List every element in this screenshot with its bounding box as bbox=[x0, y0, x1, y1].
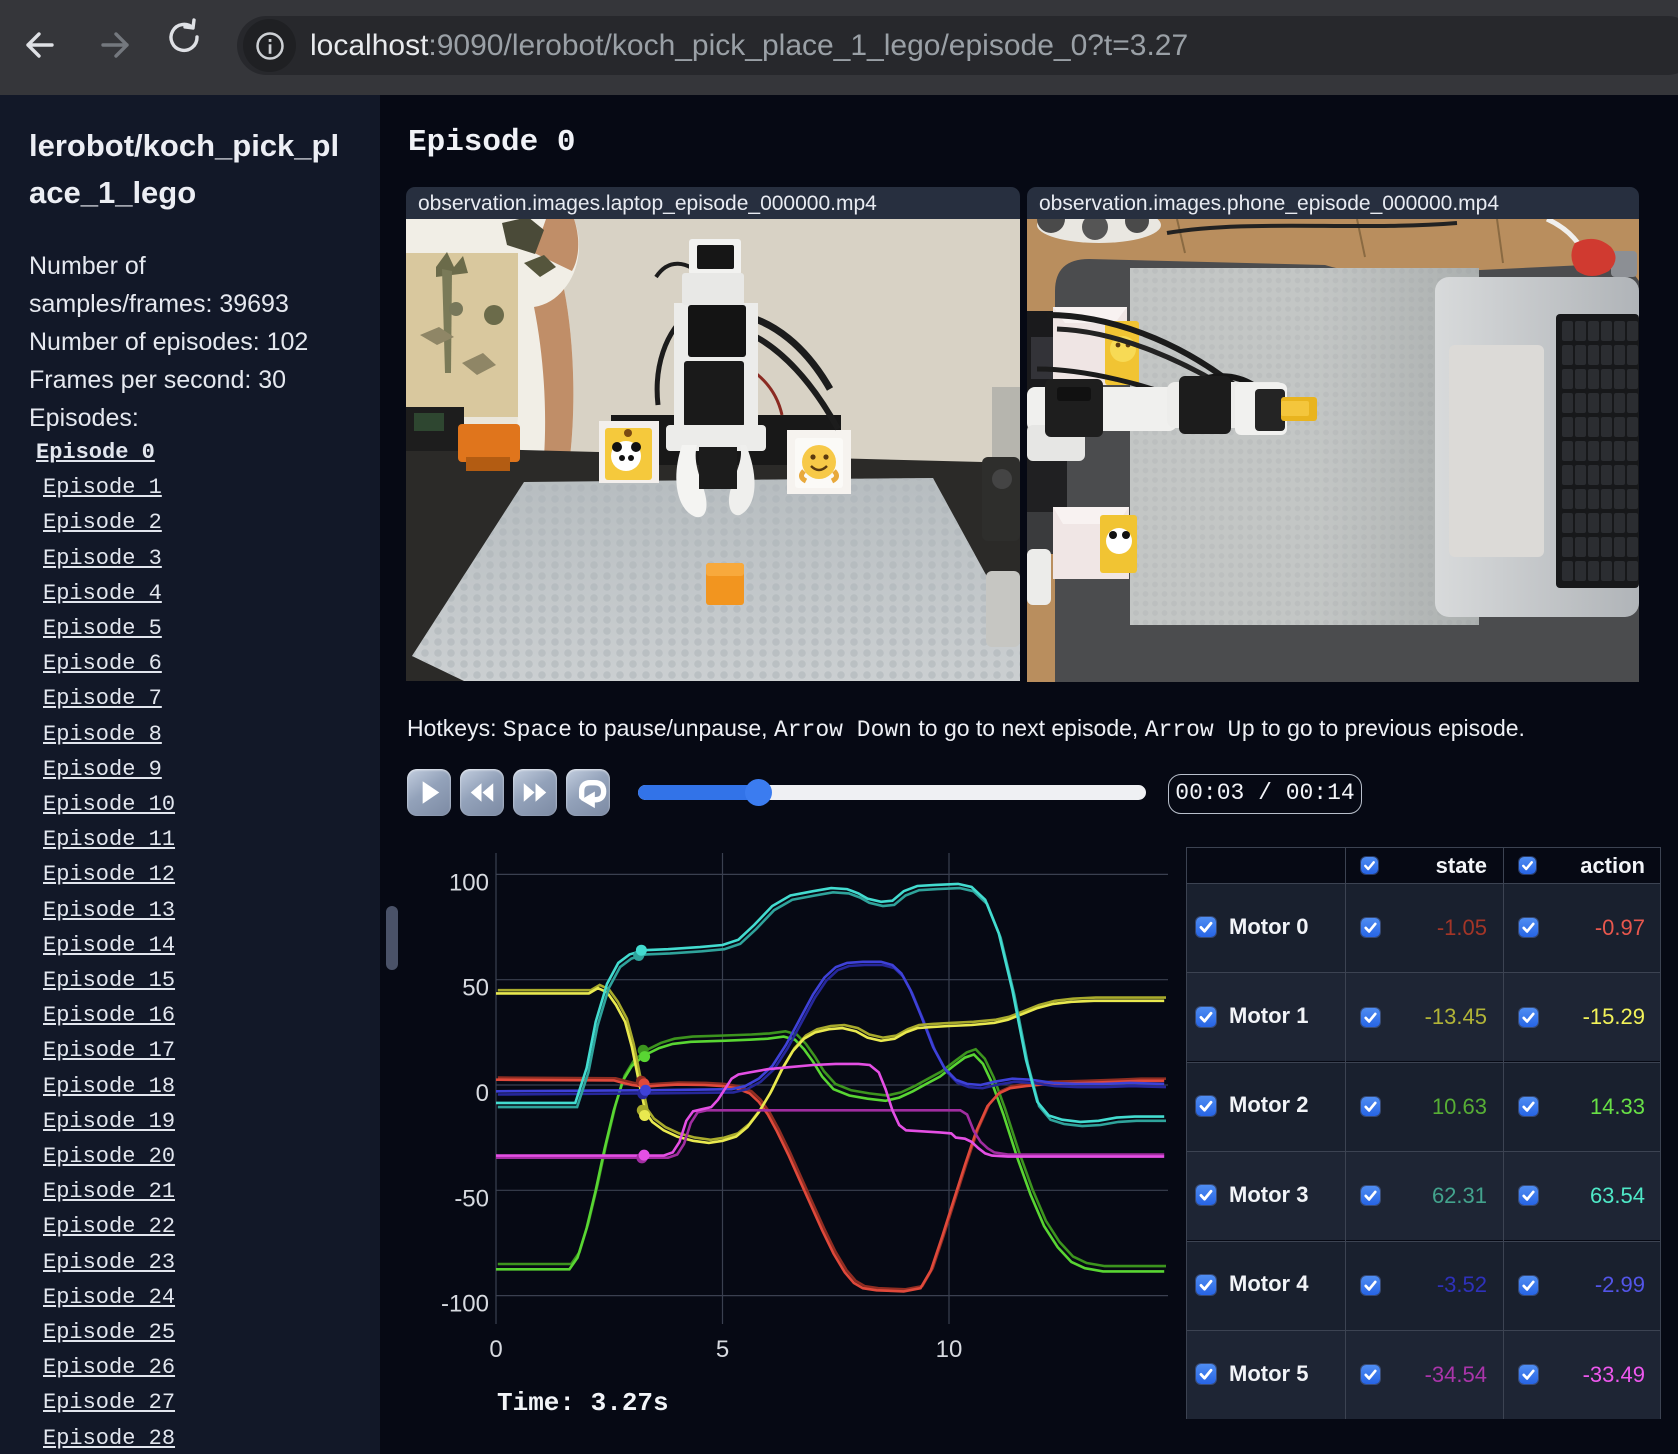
svg-text:5: 5 bbox=[716, 1336, 729, 1363]
svg-text:10: 10 bbox=[936, 1336, 963, 1363]
svg-text:0: 0 bbox=[476, 1080, 489, 1107]
svg-text:-50: -50 bbox=[454, 1185, 489, 1212]
svg-text:Time: 3.27s: Time: 3.27s bbox=[497, 1388, 669, 1418]
svg-text:0: 0 bbox=[489, 1336, 502, 1363]
svg-text:-100: -100 bbox=[441, 1291, 489, 1318]
svg-text:50: 50 bbox=[462, 975, 489, 1002]
svg-text:100: 100 bbox=[449, 869, 489, 896]
